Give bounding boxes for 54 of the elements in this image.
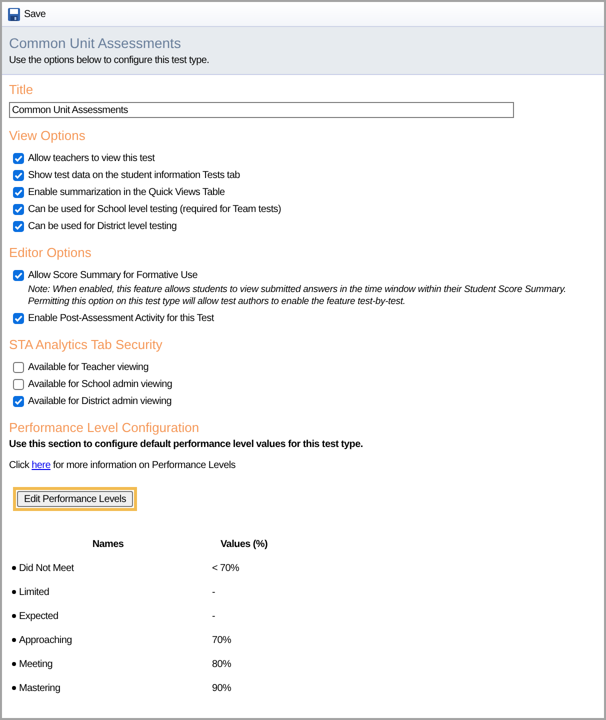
info-text: Click here for more information on Performance Levels [9,460,236,472]
level-value: < 70% [212,562,240,574]
bullet-icon [12,662,16,666]
level-value: 80% [212,658,232,670]
level-name: Did Not Meet [19,562,74,574]
level-name: Limited [19,586,50,598]
bullet-icon [12,686,16,690]
checkbox[interactable] [13,221,24,232]
column-header: Names [91,538,125,552]
option-label: Enable summarization in the Quick Views Table [28,187,225,198]
more-info-link[interactable]: here [32,460,50,471]
edit-levels-button[interactable]: Edit Performance Levels [17,491,134,507]
level-value: 70% [212,634,232,646]
bullet-icon [12,590,16,594]
bullet-icon [12,638,16,642]
page-title: Common Unit Assessments [9,34,182,52]
level-name: Approaching [19,634,72,646]
section-heading: Title [9,82,34,98]
section-heading: Performance Level Configuration [9,420,200,436]
checkbox[interactable] [13,396,24,407]
bullet-icon [12,614,16,618]
option-label: Can be used for District level testing [28,221,177,232]
checkbox[interactable] [13,379,24,390]
option-label: Available for District admin viewing [28,396,172,407]
option-label: Allow teachers to view this test [28,153,155,164]
level-name: Meeting [19,658,52,670]
level-value: 90% [212,682,232,694]
title-input[interactable]: Common Unit Assessments [9,102,514,118]
option-label: Enable Post-Assessment Activity for this Test [28,313,214,324]
level-name: Expected [19,610,58,622]
checkbox[interactable] [13,270,24,281]
checkbox[interactable] [13,170,24,181]
section-heading: STA Analytics Tab Security [9,337,164,353]
option-label: Allow Score Summary for Formative Use [28,270,198,281]
level-value: - [212,586,216,598]
level-name: Mastering [19,682,60,694]
option-note: Note: When enabled, this feature allows students to view submitted answers in the time window within their Student Score Summary. Permitting this option on this test type will allow test authors to enable the feature test-by-test. [28,284,568,308]
column-header: Values (%) [219,538,269,552]
checkbox[interactable] [13,313,24,324]
level-value: - [212,610,216,622]
save-button[interactable]: Save [6,6,48,22]
section-heading: View Options [9,128,86,144]
section-description: Use this section to configure default performance level values for this test type. [9,439,364,451]
checkbox[interactable] [13,362,24,373]
bullet-icon [12,566,16,570]
checkbox[interactable] [13,204,24,215]
checkbox[interactable] [13,187,24,198]
page-subtitle: Use the options below to configure this test type. [9,54,210,68]
option-label: Available for Teacher viewing [28,362,148,373]
option-label: Show test data on the student information Tests tab [28,170,240,181]
section-heading: Editor Options [9,245,92,261]
checkbox[interactable] [13,153,24,164]
option-label: Can be used for School level testing (required for Team tests) [28,204,282,215]
option-label: Available for School admin viewing [28,379,172,390]
